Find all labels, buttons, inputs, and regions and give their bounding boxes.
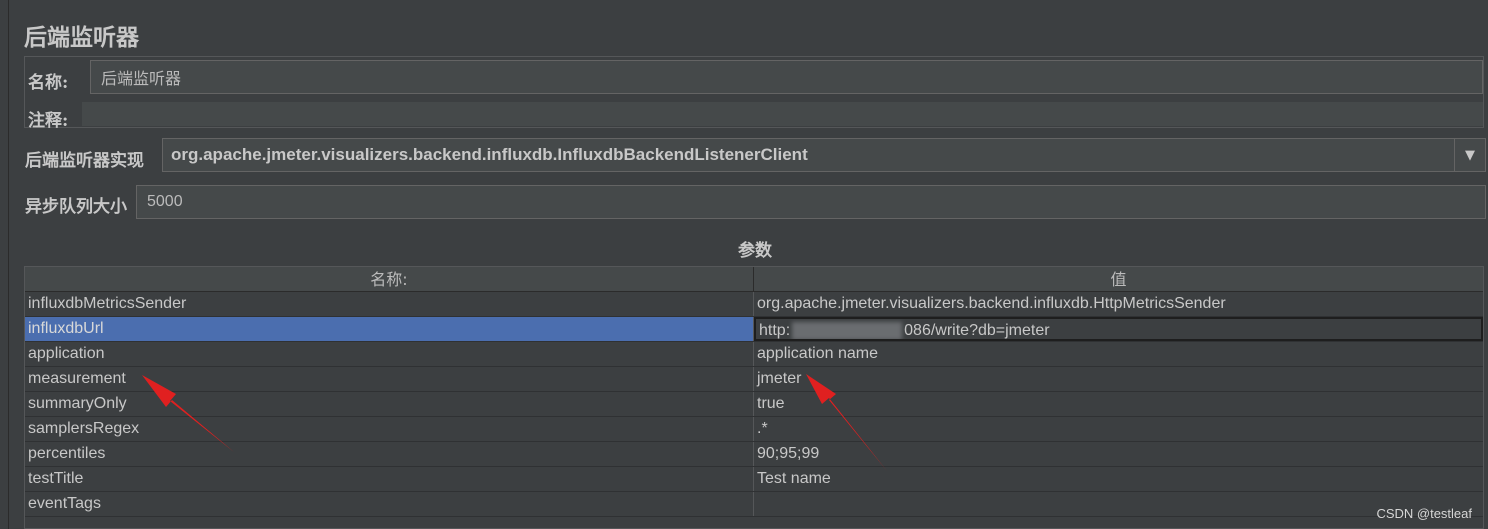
arrow-to-measurement-name (142, 375, 234, 452)
arrow-to-measurement-value (806, 374, 887, 471)
watermark: CSDN @testleaf (1376, 506, 1472, 521)
annotation-arrows (142, 374, 887, 471)
